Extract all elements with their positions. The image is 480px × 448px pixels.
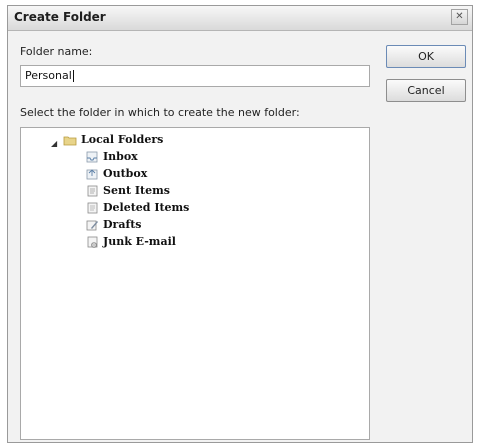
folder-name-label: Folder name: <box>20 45 93 58</box>
folder-tree[interactable]: ◢ Local Folders Inbox Outbox Sent Items <box>20 127 370 440</box>
tree-item-outbox[interactable]: Outbox <box>85 167 147 183</box>
text-caret <box>72 70 74 82</box>
folder-name-value: Personal <box>25 69 72 82</box>
close-button[interactable]: ✕ <box>451 9 468 25</box>
close-icon: ✕ <box>455 11 464 22</box>
ok-button[interactable]: OK <box>386 45 466 68</box>
drafts-icon <box>85 218 99 232</box>
tree-item-label: Junk E-mail <box>103 235 176 248</box>
tree-item-deleted-items[interactable]: Deleted Items <box>85 201 189 217</box>
cancel-button[interactable]: Cancel <box>386 79 466 102</box>
tree-item-inbox[interactable]: Inbox <box>85 150 138 166</box>
inbox-icon <box>85 150 99 164</box>
folder-icon <box>63 133 77 147</box>
junk-email-icon <box>85 235 99 249</box>
tree-item-sent-items[interactable]: Sent Items <box>85 184 170 200</box>
folder-name-input[interactable]: Personal <box>20 65 370 87</box>
tree-item-label: Sent Items <box>103 184 170 197</box>
deleted-items-icon <box>85 201 99 215</box>
sent-items-icon <box>85 184 99 198</box>
select-folder-label: Select the folder in which to create the… <box>20 106 300 119</box>
outbox-icon <box>85 167 99 181</box>
collapse-expander-icon[interactable]: ◢ <box>51 139 57 148</box>
create-folder-dialog: Create Folder ✕ Folder name: Personal OK… <box>7 5 473 443</box>
dialog-title: Create Folder <box>14 10 106 24</box>
tree-item-junk-email[interactable]: Junk E-mail <box>85 235 176 251</box>
tree-item-label: Drafts <box>103 218 142 231</box>
tree-item-label: Outbox <box>103 167 148 180</box>
tree-item-label: Deleted Items <box>103 201 190 214</box>
tree-item-drafts[interactable]: Drafts <box>85 218 141 234</box>
tree-item-local-folders[interactable]: Local Folders <box>63 133 163 149</box>
tree-item-label: Inbox <box>103 150 138 163</box>
tree-item-label: Local Folders <box>81 133 164 146</box>
title-bar[interactable]: Create Folder ✕ <box>8 6 472 31</box>
